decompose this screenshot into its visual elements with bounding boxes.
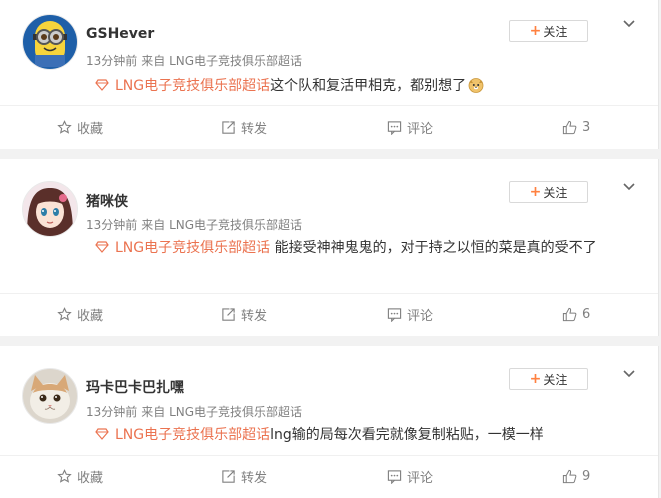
separator xyxy=(0,149,661,159)
repost-button[interactable]: 转发 xyxy=(221,466,267,486)
comment-card-3: 玛卡巴卡巴扎嘿 13分钟前 来自 LNG电子竞技俱乐部超话 + 关注 LNG电子竞技… xyxy=(0,346,659,498)
separator xyxy=(0,336,661,346)
star-icon xyxy=(57,306,72,321)
supertopic-link[interactable]: LNG电子竞技俱乐部超话 xyxy=(115,240,270,256)
like-count: 3 xyxy=(582,119,591,135)
comment-label: 评论 xyxy=(407,121,434,137)
repost-icon xyxy=(222,120,235,134)
username[interactable]: 猪咪侠 xyxy=(86,191,128,211)
follow-label: 关注 xyxy=(543,185,568,200)
comment-meta: 13分钟前 来自 LNG电子竞技俱乐部超话 xyxy=(86,403,302,420)
chevron-down-icon[interactable] xyxy=(621,16,637,32)
plus-icon: + xyxy=(529,23,542,39)
source-link[interactable]: 来自 LNG电子竞技俱乐部超话 xyxy=(141,54,302,68)
star-icon xyxy=(57,119,72,134)
comment-button[interactable]: 评论 xyxy=(387,304,433,324)
repost-label: 转发 xyxy=(241,308,268,324)
chevron-down-icon[interactable] xyxy=(621,366,637,382)
favorite-button[interactable]: 收藏 xyxy=(57,304,103,324)
avatar[interactable] xyxy=(22,14,78,70)
comment-meta: 13分钟前 来自 LNG电子竞技俱乐部超话 xyxy=(86,52,302,69)
timestamp: 13分钟前 xyxy=(86,218,138,232)
like-button[interactable]: 3 xyxy=(562,117,590,137)
favorite-label: 收藏 xyxy=(77,308,104,324)
source-link[interactable]: 来自 LNG电子竞技俱乐部超话 xyxy=(141,218,302,232)
timestamp: 13分钟前 xyxy=(86,54,138,68)
favorite-label: 收藏 xyxy=(77,470,104,486)
supertopic-diamond-icon xyxy=(95,79,109,91)
repost-button[interactable]: 转发 xyxy=(221,304,267,324)
comment-label: 评论 xyxy=(407,470,434,486)
doge-emoji-icon xyxy=(468,78,484,93)
comment-card-2: 猪咪侠 13分钟前 来自 LNG电子竞技俱乐部超话 + 关注 LNG电子竞技俱乐部超… xyxy=(0,159,659,336)
username[interactable]: GSHever xyxy=(86,26,154,42)
divider xyxy=(0,105,658,106)
comment-content: LNG电子竞技俱乐部超话 能接受神神鬼鬼的，对于持之以恒的菜是真的受不了 xyxy=(88,236,636,260)
thumbs-up-icon xyxy=(562,120,577,134)
follow-label: 关注 xyxy=(543,372,568,387)
comment-meta: 13分钟前 来自 LNG电子竞技俱乐部超话 xyxy=(86,216,302,233)
repost-icon xyxy=(222,307,235,321)
comment-text: lng输的局每次看完就像复制粘贴，一模一样 xyxy=(270,427,544,443)
comment-label: 评论 xyxy=(407,308,434,324)
divider xyxy=(0,455,658,456)
supertopic-diamond-icon xyxy=(95,428,109,440)
repost-label: 转发 xyxy=(241,470,268,486)
supertopic-diamond-icon xyxy=(95,241,109,253)
avatar[interactable] xyxy=(22,181,78,237)
comment-button[interactable]: 评论 xyxy=(387,117,433,137)
follow-button[interactable]: + 关注 xyxy=(509,368,588,390)
comment-content: LNG电子竞技俱乐部超话这个队和复活甲相克，都别想了 xyxy=(88,74,636,98)
like-button[interactable]: 9 xyxy=(562,466,590,486)
repost-label: 转发 xyxy=(241,121,268,137)
supertopic-link[interactable]: LNG电子竞技俱乐部超话 xyxy=(115,78,270,94)
repost-button[interactable]: 转发 xyxy=(221,117,267,137)
star-icon xyxy=(57,468,72,483)
like-button[interactable]: 6 xyxy=(562,304,590,324)
thumbs-up-icon xyxy=(562,469,577,483)
comment-icon xyxy=(387,307,402,322)
source-link[interactable]: 来自 LNG电子竞技俱乐部超话 xyxy=(141,405,302,419)
comment-icon xyxy=(387,120,402,135)
comment-content: LNG电子竞技俱乐部超话lng输的局每次看完就像复制粘贴，一模一样 xyxy=(88,423,636,447)
follow-label: 关注 xyxy=(543,24,568,39)
username[interactable]: 玛卡巴卡巴扎嘿 xyxy=(86,377,184,397)
avatar[interactable] xyxy=(22,368,78,424)
comment-icon xyxy=(387,469,402,484)
favorite-label: 收藏 xyxy=(77,121,104,137)
supertopic-link[interactable]: LNG电子竞技俱乐部超话 xyxy=(115,427,270,443)
thumbs-up-icon xyxy=(562,307,577,321)
plus-icon: + xyxy=(529,184,542,200)
divider xyxy=(0,293,658,294)
follow-button[interactable]: + 关注 xyxy=(509,20,588,42)
comment-text: 这个队和复活甲相克，都别想了 xyxy=(270,78,467,94)
comment-button[interactable]: 评论 xyxy=(387,466,433,486)
timestamp: 13分钟前 xyxy=(86,405,138,419)
favorite-button[interactable]: 收藏 xyxy=(57,117,103,137)
favorite-button[interactable]: 收藏 xyxy=(57,466,103,486)
repost-icon xyxy=(222,469,235,483)
plus-icon: + xyxy=(529,371,542,387)
chevron-down-icon[interactable] xyxy=(621,179,637,195)
comment-card-1: GSHever 13分钟前 来自 LNG电子竞技俱乐部超话 + 关注 LNG电子竞技… xyxy=(0,0,659,149)
like-count: 9 xyxy=(582,468,591,484)
follow-button[interactable]: + 关注 xyxy=(509,181,588,203)
comment-text: 能接受神神鬼鬼的，对于持之以恒的菜是真的受不了 xyxy=(270,240,597,256)
like-count: 6 xyxy=(582,306,591,322)
